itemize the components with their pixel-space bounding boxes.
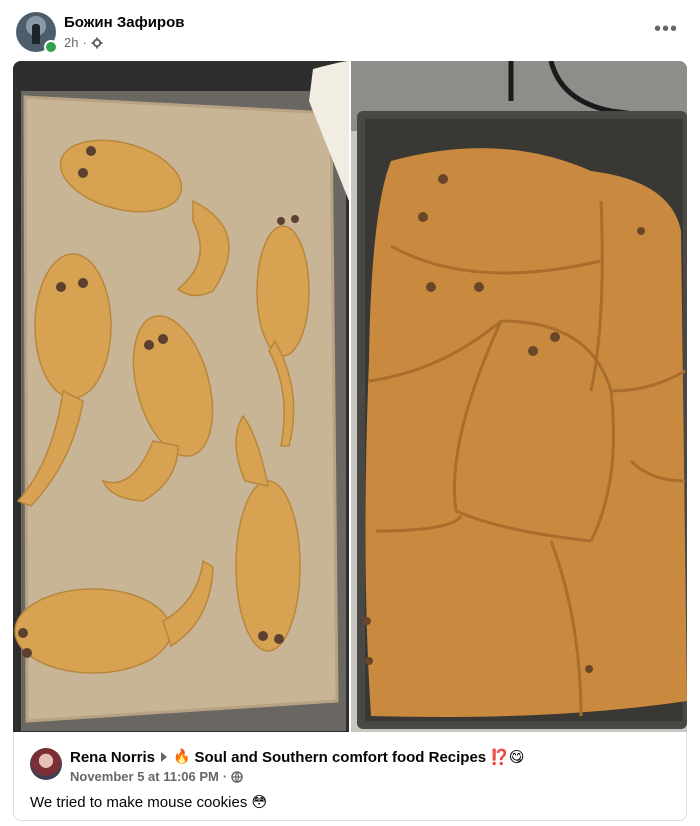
group-suffix-emoji: ⁉️😋 (490, 748, 525, 766)
arrow-right-icon (161, 752, 168, 762)
author-name[interactable]: Божин Зафиров (64, 14, 184, 31)
fire-icon: 🔥 (173, 749, 191, 765)
shared-author-avatar[interactable] (30, 748, 62, 780)
shared-post-text: We tried to make mouse cookies 😳 (30, 793, 267, 811)
meta-separator: · (82, 35, 87, 50)
shared-date[interactable]: November 5 at 11:06 PM (70, 769, 219, 784)
shared-meta: November 5 at 11:06 PM · (70, 769, 243, 784)
more-options-button[interactable]: ••• (650, 18, 682, 42)
photo-baked-cookie-sheet[interactable] (351, 61, 687, 732)
shared-text-content: We tried to make mouse cookies (30, 794, 248, 811)
globe-icon (231, 770, 243, 783)
shared-group-name[interactable]: Soul and Southern comfort food Recipes (194, 749, 486, 766)
post-header: Божин Зафиров 2h · ••• (0, 0, 700, 60)
post-time[interactable]: 2h (64, 35, 78, 50)
shared-post-card[interactable]: Rena Norris 🔥 Soul and Southern comfort … (13, 732, 687, 821)
gear-icon (91, 37, 103, 48)
shared-title: Rena Norris 🔥 Soul and Southern comfort … (70, 748, 524, 766)
flushed-face-emoji: 😳 (251, 793, 268, 811)
photo-raw-dough-mice[interactable] (13, 61, 349, 732)
shared-meta-separator: · (222, 769, 228, 784)
post-meta: 2h · (64, 35, 103, 50)
online-status-icon (44, 40, 58, 54)
shared-author-name[interactable]: Rena Norris (70, 749, 155, 766)
